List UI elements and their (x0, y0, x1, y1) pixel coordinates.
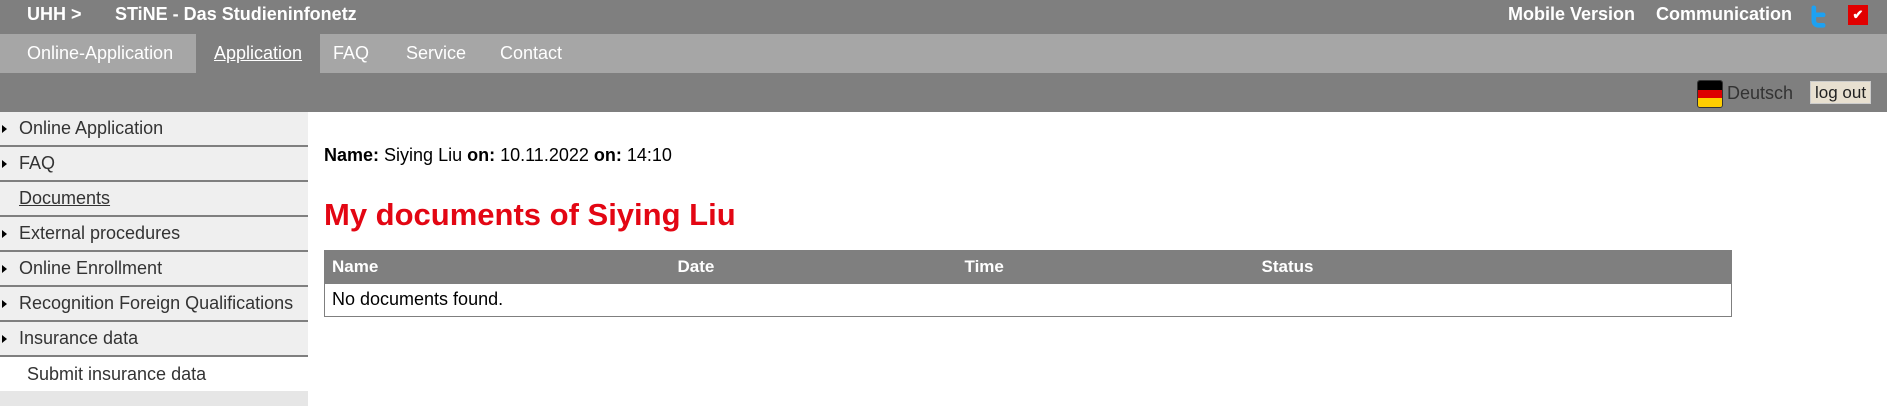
tab-faq[interactable]: FAQ (315, 34, 387, 73)
sidebar-item-recognition[interactable]: Recognition Foreign Qualifications (0, 287, 308, 322)
flag-stripe-red (1698, 89, 1722, 99)
sidebar-item-label: Documents (19, 188, 111, 208)
uhh-link[interactable]: UHH > (27, 0, 82, 34)
sidebar-item-label: FAQ (19, 153, 56, 173)
sidebar-item-faq[interactable]: FAQ (0, 147, 308, 182)
empty-message: No documents found. (332, 289, 504, 310)
date-value: 10.11.2022 (500, 145, 589, 165)
language-bar: Deutsch log out (0, 73, 1887, 112)
german-flag-icon[interactable] (1697, 80, 1723, 108)
on-label: on: (593, 145, 622, 165)
caret-right-icon (2, 265, 7, 273)
sidebar-subitem-submit-insurance[interactable]: Submit insurance data (0, 357, 308, 391)
documents-table: Name Date Time Status No documents found… (324, 250, 1732, 317)
top-bar: UHH > STiNE - Das Studieninfonetz Mobile… (0, 0, 1887, 34)
sidebar-item-label: Online Enrollment (19, 258, 163, 278)
main-nav: Online-Application Application FAQ Servi… (0, 34, 1887, 73)
sidebar-item-online-enrollment[interactable]: Online Enrollment (0, 252, 308, 287)
flag-stripe-gold (1698, 98, 1722, 107)
caret-right-icon (2, 160, 7, 168)
name-value: Siying Liu (384, 145, 463, 165)
tab-service[interactable]: Service (388, 34, 484, 73)
menu-toggle-icon[interactable]: ✔ (1848, 5, 1868, 25)
communication-link[interactable]: Communication (1656, 0, 1792, 34)
sidebar-item-documents[interactable]: Documents (0, 182, 308, 217)
caret-right-icon (2, 125, 7, 133)
column-header-date: Date (670, 250, 958, 284)
flag-stripe-black (1698, 81, 1722, 90)
column-header-status: Status (1254, 250, 1732, 284)
user-info: Name: Siying Liu on: 10.11.2022 on: 14:1… (324, 145, 672, 166)
sidebar-item-label: Recognition Foreign Qualifications (19, 293, 294, 313)
tab-application[interactable]: Application (196, 34, 321, 73)
on-label: on: (467, 145, 496, 165)
page-title: My documents of Siying Liu (324, 197, 736, 232)
mobile-version-link[interactable]: Mobile Version (1508, 0, 1635, 34)
logout-button[interactable]: log out (1810, 81, 1872, 104)
sidebar-item-external-procedures[interactable]: External procedures (0, 217, 308, 252)
tab-contact[interactable]: Contact (482, 34, 580, 73)
caret-right-icon (2, 230, 7, 238)
site-title[interactable]: STiNE - Das Studieninfonetz (115, 0, 357, 34)
caret-right-icon (2, 335, 7, 343)
sidebar: Online Application FAQ Documents Externa… (0, 112, 308, 406)
table-header-row: Name Date Time Status (324, 250, 1732, 284)
name-label: Name: (324, 145, 380, 165)
column-header-name: Name (324, 250, 671, 284)
sidebar-item-label: Online Application (19, 118, 164, 138)
column-header-time: Time (957, 250, 1255, 284)
sidebar-item-label: Insurance data (19, 328, 139, 348)
main-content: Name: Siying Liu on: 10.11.2022 on: 14:1… (308, 112, 1887, 406)
time-value: 14:10 (626, 145, 672, 165)
language-switch[interactable]: Deutsch (1727, 83, 1793, 104)
twitter-icon[interactable] (1808, 2, 1836, 30)
sidebar-item-online-application[interactable]: Online Application (0, 112, 308, 147)
caret-right-icon (2, 300, 7, 308)
sidebar-item-insurance-data[interactable]: Insurance data (0, 322, 308, 357)
sidebar-item-label: External procedures (19, 223, 181, 243)
tab-online-application[interactable]: Online-Application (9, 34, 191, 73)
table-row: No documents found. (325, 284, 1732, 317)
